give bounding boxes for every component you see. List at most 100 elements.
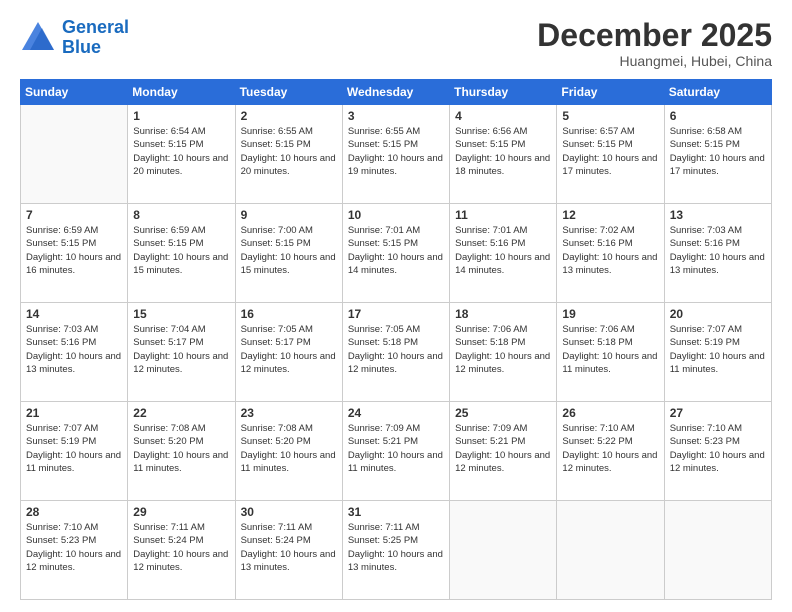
- table-row: 27 Sunrise: 7:10 AMSunset: 5:23 PMDayligh…: [664, 402, 771, 501]
- cell-day-number: 28: [26, 505, 122, 519]
- cell-day-number: 16: [241, 307, 337, 321]
- cell-sun-info: Sunrise: 7:07 AMSunset: 5:19 PMDaylight:…: [26, 422, 122, 475]
- cell-sun-info: Sunrise: 6:54 AMSunset: 5:15 PMDaylight:…: [133, 125, 229, 178]
- table-row: 3Sunrise: 6:55 AMSunset: 5:15 PMDaylight…: [342, 105, 449, 204]
- table-row: 1 Sunrise: 6:54 AMSunset: 5:15 PMDaylight…: [128, 105, 235, 204]
- cell-sun-info: Sunrise: 7:00 AMSunset: 5:15 PMDaylight:…: [241, 224, 337, 277]
- table-row: 14 Sunrise: 7:03 AMSunset: 5:16 PMDayligh…: [21, 303, 128, 402]
- table-row: 29 Sunrise: 7:11 AMSunset: 5:24 PMDayligh…: [128, 501, 235, 600]
- cell-day-number: 21: [26, 406, 122, 420]
- cell-sun-info: Sunrise: 7:09 AMSunset: 5:21 PMDaylight:…: [455, 422, 551, 475]
- table-row: 2 Sunrise: 6:55 AMSunset: 5:15 PMDaylight…: [235, 105, 342, 204]
- cell-sun-info: Sunrise: 6:56 AMSunset: 5:15 PMDaylight:…: [455, 125, 551, 178]
- table-row: 13Sunrise: 7:03 AMSunset: 5:16 PMDayligh…: [664, 204, 771, 303]
- header-saturday: Saturday: [664, 80, 771, 105]
- cell-day-number: 9: [241, 208, 337, 222]
- cell-sun-info: Sunrise: 7:02 AMSunset: 5:16 PMDaylight:…: [562, 224, 658, 277]
- header-wednesday: Wednesday: [342, 80, 449, 105]
- cell-day-number: 5: [562, 109, 658, 123]
- cell-day-number: 24: [348, 406, 444, 420]
- cell-day-number: 19: [562, 307, 658, 321]
- calendar-week-row: 1 Sunrise: 6:54 AMSunset: 5:15 PMDaylight…: [21, 105, 772, 204]
- cell-sun-info: Sunrise: 7:10 AMSunset: 5:22 PMDaylight:…: [562, 422, 658, 475]
- table-row: 18Sunrise: 7:06 AMSunset: 5:18 PMDayligh…: [450, 303, 557, 402]
- cell-sun-info: Sunrise: 7:07 AMSunset: 5:19 PMDaylight:…: [670, 323, 766, 376]
- table-row: [664, 501, 771, 600]
- table-row: 26 Sunrise: 7:10 AMSunset: 5:22 PMDayligh…: [557, 402, 664, 501]
- calendar-week-row: 21 Sunrise: 7:07 AMSunset: 5:19 PMDayligh…: [21, 402, 772, 501]
- table-row: 19 Sunrise: 7:06 AMSunset: 5:18 PMDayligh…: [557, 303, 664, 402]
- table-row: 11Sunrise: 7:01 AMSunset: 5:16 PMDayligh…: [450, 204, 557, 303]
- cell-day-number: 2: [241, 109, 337, 123]
- cell-sun-info: Sunrise: 7:03 AMSunset: 5:16 PMDaylight:…: [26, 323, 122, 376]
- logo-line1: General: [62, 17, 129, 37]
- table-row: 4 Sunrise: 6:56 AMSunset: 5:15 PMDaylight…: [450, 105, 557, 204]
- table-row: 24Sunrise: 7:09 AMSunset: 5:21 PMDayligh…: [342, 402, 449, 501]
- cell-sun-info: Sunrise: 7:11 AMSunset: 5:24 PMDaylight:…: [241, 521, 337, 574]
- table-row: 16 Sunrise: 7:05 AMSunset: 5:17 PMDayligh…: [235, 303, 342, 402]
- cell-day-number: 6: [670, 109, 766, 123]
- header-sunday: Sunday: [21, 80, 128, 105]
- cell-day-number: 1: [133, 109, 229, 123]
- logo-icon: [20, 20, 56, 56]
- calendar-week-row: 28 Sunrise: 7:10 AMSunset: 5:23 PMDayligh…: [21, 501, 772, 600]
- cell-sun-info: Sunrise: 7:05 AMSunset: 5:17 PMDaylight:…: [241, 323, 337, 376]
- cell-day-number: 15: [133, 307, 229, 321]
- table-row: 7Sunrise: 6:59 AMSunset: 5:15 PMDaylight…: [21, 204, 128, 303]
- cell-day-number: 11: [455, 208, 551, 222]
- cell-sun-info: Sunrise: 7:03 AMSunset: 5:16 PMDaylight:…: [670, 224, 766, 277]
- cell-sun-info: Sunrise: 6:58 AMSunset: 5:15 PMDaylight:…: [670, 125, 766, 178]
- table-row: 28 Sunrise: 7:10 AMSunset: 5:23 PMDayligh…: [21, 501, 128, 600]
- header-monday: Monday: [128, 80, 235, 105]
- table-row: 22 Sunrise: 7:08 AMSunset: 5:20 PMDayligh…: [128, 402, 235, 501]
- table-row: 25 Sunrise: 7:09 AMSunset: 5:21 PMDayligh…: [450, 402, 557, 501]
- table-row: 12 Sunrise: 7:02 AMSunset: 5:16 PMDayligh…: [557, 204, 664, 303]
- cell-day-number: 22: [133, 406, 229, 420]
- cell-day-number: 26: [562, 406, 658, 420]
- cell-day-number: 3: [348, 109, 444, 123]
- table-row: [21, 105, 128, 204]
- table-row: 20Sunrise: 7:07 AMSunset: 5:19 PMDayligh…: [664, 303, 771, 402]
- cell-day-number: 17: [348, 307, 444, 321]
- cell-day-number: 8: [133, 208, 229, 222]
- table-row: 21 Sunrise: 7:07 AMSunset: 5:19 PMDayligh…: [21, 402, 128, 501]
- cell-sun-info: Sunrise: 7:06 AMSunset: 5:18 PMDaylight:…: [562, 323, 658, 376]
- cell-day-number: 25: [455, 406, 551, 420]
- cell-sun-info: Sunrise: 7:10 AMSunset: 5:23 PMDaylight:…: [26, 521, 122, 574]
- table-row: 8Sunrise: 6:59 AMSunset: 5:15 PMDaylight…: [128, 204, 235, 303]
- location-subtitle: Huangmei, Hubei, China: [537, 53, 772, 69]
- cell-sun-info: Sunrise: 7:11 AMSunset: 5:24 PMDaylight:…: [133, 521, 229, 574]
- cell-sun-info: Sunrise: 7:10 AMSunset: 5:23 PMDaylight:…: [670, 422, 766, 475]
- cell-sun-info: Sunrise: 7:04 AMSunset: 5:17 PMDaylight:…: [133, 323, 229, 376]
- table-row: 15 Sunrise: 7:04 AMSunset: 5:17 PMDayligh…: [128, 303, 235, 402]
- cell-sun-info: Sunrise: 7:08 AMSunset: 5:20 PMDaylight:…: [241, 422, 337, 475]
- calendar-week-row: 14 Sunrise: 7:03 AMSunset: 5:16 PMDayligh…: [21, 303, 772, 402]
- cell-sun-info: Sunrise: 6:57 AMSunset: 5:15 PMDaylight:…: [562, 125, 658, 178]
- month-title: December 2025: [537, 18, 772, 53]
- table-row: [450, 501, 557, 600]
- cell-day-number: 29: [133, 505, 229, 519]
- table-row: 17 Sunrise: 7:05 AMSunset: 5:18 PMDayligh…: [342, 303, 449, 402]
- cell-day-number: 14: [26, 307, 122, 321]
- table-row: 30 Sunrise: 7:11 AMSunset: 5:24 PMDayligh…: [235, 501, 342, 600]
- logo-text: General Blue: [62, 18, 129, 58]
- cell-sun-info: Sunrise: 7:08 AMSunset: 5:20 PMDaylight:…: [133, 422, 229, 475]
- cell-day-number: 23: [241, 406, 337, 420]
- cell-day-number: 4: [455, 109, 551, 123]
- header-thursday: Thursday: [450, 80, 557, 105]
- table-row: 10Sunrise: 7:01 AMSunset: 5:15 PMDayligh…: [342, 204, 449, 303]
- cell-day-number: 27: [670, 406, 766, 420]
- cell-day-number: 30: [241, 505, 337, 519]
- logo: General Blue: [20, 18, 129, 58]
- cell-day-number: 10: [348, 208, 444, 222]
- title-block: December 2025 Huangmei, Hubei, China: [537, 18, 772, 69]
- cell-day-number: 31: [348, 505, 444, 519]
- calendar-week-row: 7Sunrise: 6:59 AMSunset: 5:15 PMDaylight…: [21, 204, 772, 303]
- cell-day-number: 12: [562, 208, 658, 222]
- table-row: 31 Sunrise: 7:11 AMSunset: 5:25 PMDayligh…: [342, 501, 449, 600]
- cell-sun-info: Sunrise: 6:55 AMSunset: 5:15 PMDaylight:…: [241, 125, 337, 178]
- cell-day-number: 18: [455, 307, 551, 321]
- cell-sun-info: Sunrise: 7:05 AMSunset: 5:18 PMDaylight:…: [348, 323, 444, 376]
- table-row: 5 Sunrise: 6:57 AMSunset: 5:15 PMDaylight…: [557, 105, 664, 204]
- cell-sun-info: Sunrise: 7:11 AMSunset: 5:25 PMDaylight:…: [348, 521, 444, 574]
